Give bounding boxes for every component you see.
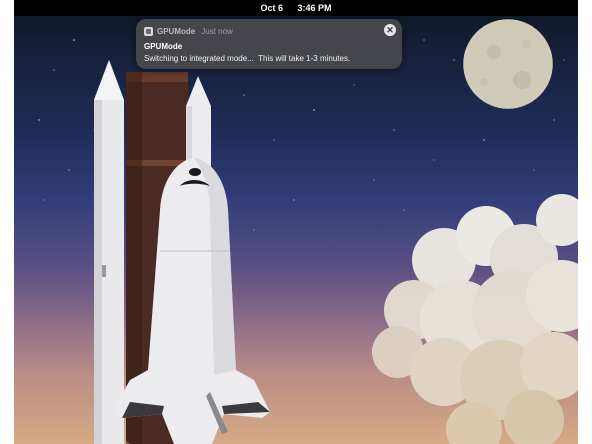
left-booster [94, 60, 124, 444]
moon [463, 19, 553, 109]
menu-bar: Oct 6 3:46 PM [14, 0, 578, 16]
menubar-date: Oct 6 [260, 3, 283, 13]
gpumode-app-icon [144, 26, 153, 36]
notification-header: GPUMode Just now [144, 25, 233, 37]
notification-title: GPUMode [144, 42, 183, 51]
notification-app-name: GPUMode [157, 26, 196, 36]
desktop-screen: Oct 6 3:46 PM GPUMode Just now ✕ GPUMode… [14, 0, 578, 444]
menubar-time[interactable]: 3:46 PM [298, 3, 332, 13]
notification-banner[interactable]: GPUMode Just now ✕ GPUMode Switching to … [136, 19, 402, 69]
launch-cloud [372, 194, 578, 444]
notification-body: Switching to integrated mode... This wil… [144, 54, 351, 63]
notification-timestamp: Just now [201, 26, 233, 36]
close-icon[interactable]: ✕ [384, 24, 396, 36]
